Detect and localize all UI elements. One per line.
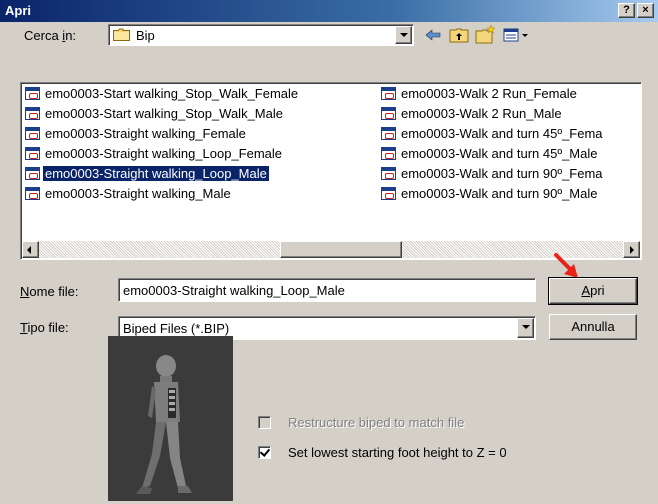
biped-file-icon — [381, 107, 396, 120]
biped-file-icon — [381, 127, 396, 140]
help-button[interactable]: ? — [618, 3, 635, 18]
biped-file-icon — [381, 187, 396, 200]
biped-file-icon — [25, 187, 40, 200]
biped-figure-icon — [136, 355, 192, 494]
scroll-left-button[interactable] — [22, 241, 39, 258]
new-folder-icon[interactable] — [474, 24, 496, 46]
file-name: emo0003-Walk and turn 45º_Fema — [401, 126, 603, 141]
file-name: emo0003-Walk 2 Run_Female — [401, 86, 577, 101]
file-list-item[interactable]: emo0003-Start walking_Stop_Walk_Male — [25, 106, 285, 124]
lowest-foot-label: Set lowest starting foot height to Z = 0 — [288, 445, 507, 460]
biped-file-icon — [25, 87, 40, 100]
lookin-dropdown[interactable]: Bip — [108, 24, 414, 46]
window-title: Apri — [5, 3, 31, 18]
file-name: emo0003-Straight walking_Female — [45, 126, 246, 141]
file-list-item[interactable]: emo0003-Walk and turn 90º_Fema — [381, 166, 605, 184]
file-list-item[interactable]: emo0003-Walk and turn 45º_Male — [381, 146, 600, 164]
cancel-button[interactable]: Annulla — [549, 314, 637, 340]
biped-file-icon — [25, 127, 40, 140]
file-list-item[interactable]: emo0003-Walk and turn 45º_Fema — [381, 126, 605, 144]
file-name: emo0003-Straight walking_Loop_Female — [45, 146, 283, 161]
biped-file-icon — [381, 147, 396, 160]
file-list-item[interactable]: emo0003-Straight walking_Female — [25, 126, 248, 144]
help-icon: ? — [623, 4, 630, 16]
lookin-dropdown-button[interactable] — [395, 26, 412, 44]
view-menu-icon[interactable] — [502, 24, 530, 46]
lookin-value: Bip — [136, 28, 155, 43]
lookin-label: Cerca in: — [24, 28, 77, 43]
biped-file-icon — [25, 147, 40, 160]
biped-file-icon — [381, 167, 396, 180]
filetype-label: Tipo file: — [20, 320, 69, 335]
filename-value: emo0003-Straight walking_Loop_Male — [123, 283, 345, 298]
filetype-dropdown-button[interactable] — [517, 318, 534, 338]
file-name: emo0003-Walk and turn 90º_Male — [401, 186, 598, 201]
file-list-item[interactable]: emo0003-Straight walking_Male — [25, 186, 233, 204]
file-list[interactable]: emo0003-Start walking_Stop_Walk_Femaleem… — [20, 82, 642, 260]
title-bar: Apri ? × — [0, 0, 658, 22]
filetype-value: Biped Files (*.BIP) — [123, 321, 230, 336]
biped-preview-image — [108, 336, 233, 501]
file-name: emo0003-Walk and turn 90º_Fema — [401, 166, 603, 181]
file-name: emo0003-Start walking_Stop_Walk_Male — [45, 106, 283, 121]
scroll-thumb[interactable] — [280, 241, 402, 258]
file-list-item[interactable]: emo0003-Walk 2 Run_Female — [381, 86, 579, 104]
file-name: emo0003-Straight walking_Loop_Male — [42, 165, 270, 182]
biped-file-icon — [25, 107, 40, 120]
filename-label: Nome file: — [20, 284, 79, 299]
restructure-label: Restructure biped to match file — [288, 415, 465, 430]
scroll-right-button[interactable] — [623, 241, 640, 258]
folder-icon — [113, 28, 130, 41]
close-button[interactable]: × — [637, 3, 654, 18]
back-arrow-icon[interactable] — [422, 24, 444, 46]
up-folder-icon[interactable] — [448, 24, 470, 46]
file-name: emo0003-Straight walking_Male — [45, 186, 231, 201]
biped-file-icon — [25, 167, 40, 180]
restructure-checkbox — [258, 416, 271, 429]
filename-input[interactable]: emo0003-Straight walking_Loop_Male — [118, 278, 536, 302]
file-name: emo0003-Walk 2 Run_Male — [401, 106, 562, 121]
file-list-item[interactable]: emo0003-Straight walking_Loop_Male — [25, 165, 270, 184]
lowest-foot-checkbox[interactable] — [258, 446, 271, 459]
horizontal-scrollbar[interactable] — [22, 241, 640, 258]
file-list-item[interactable]: emo0003-Straight walking_Loop_Female — [25, 146, 284, 164]
close-icon: × — [642, 4, 649, 16]
file-name: emo0003-Start walking_Stop_Walk_Female — [45, 86, 299, 101]
biped-file-icon — [381, 87, 396, 100]
file-list-item[interactable]: emo0003-Walk 2 Run_Male — [381, 106, 564, 124]
file-list-item[interactable]: emo0003-Start walking_Stop_Walk_Female — [25, 86, 300, 104]
open-button[interactable]: Apri — [548, 277, 638, 305]
file-list-item[interactable]: emo0003-Walk and turn 90º_Male — [381, 186, 600, 204]
file-name: emo0003-Walk and turn 45º_Male — [401, 146, 598, 161]
